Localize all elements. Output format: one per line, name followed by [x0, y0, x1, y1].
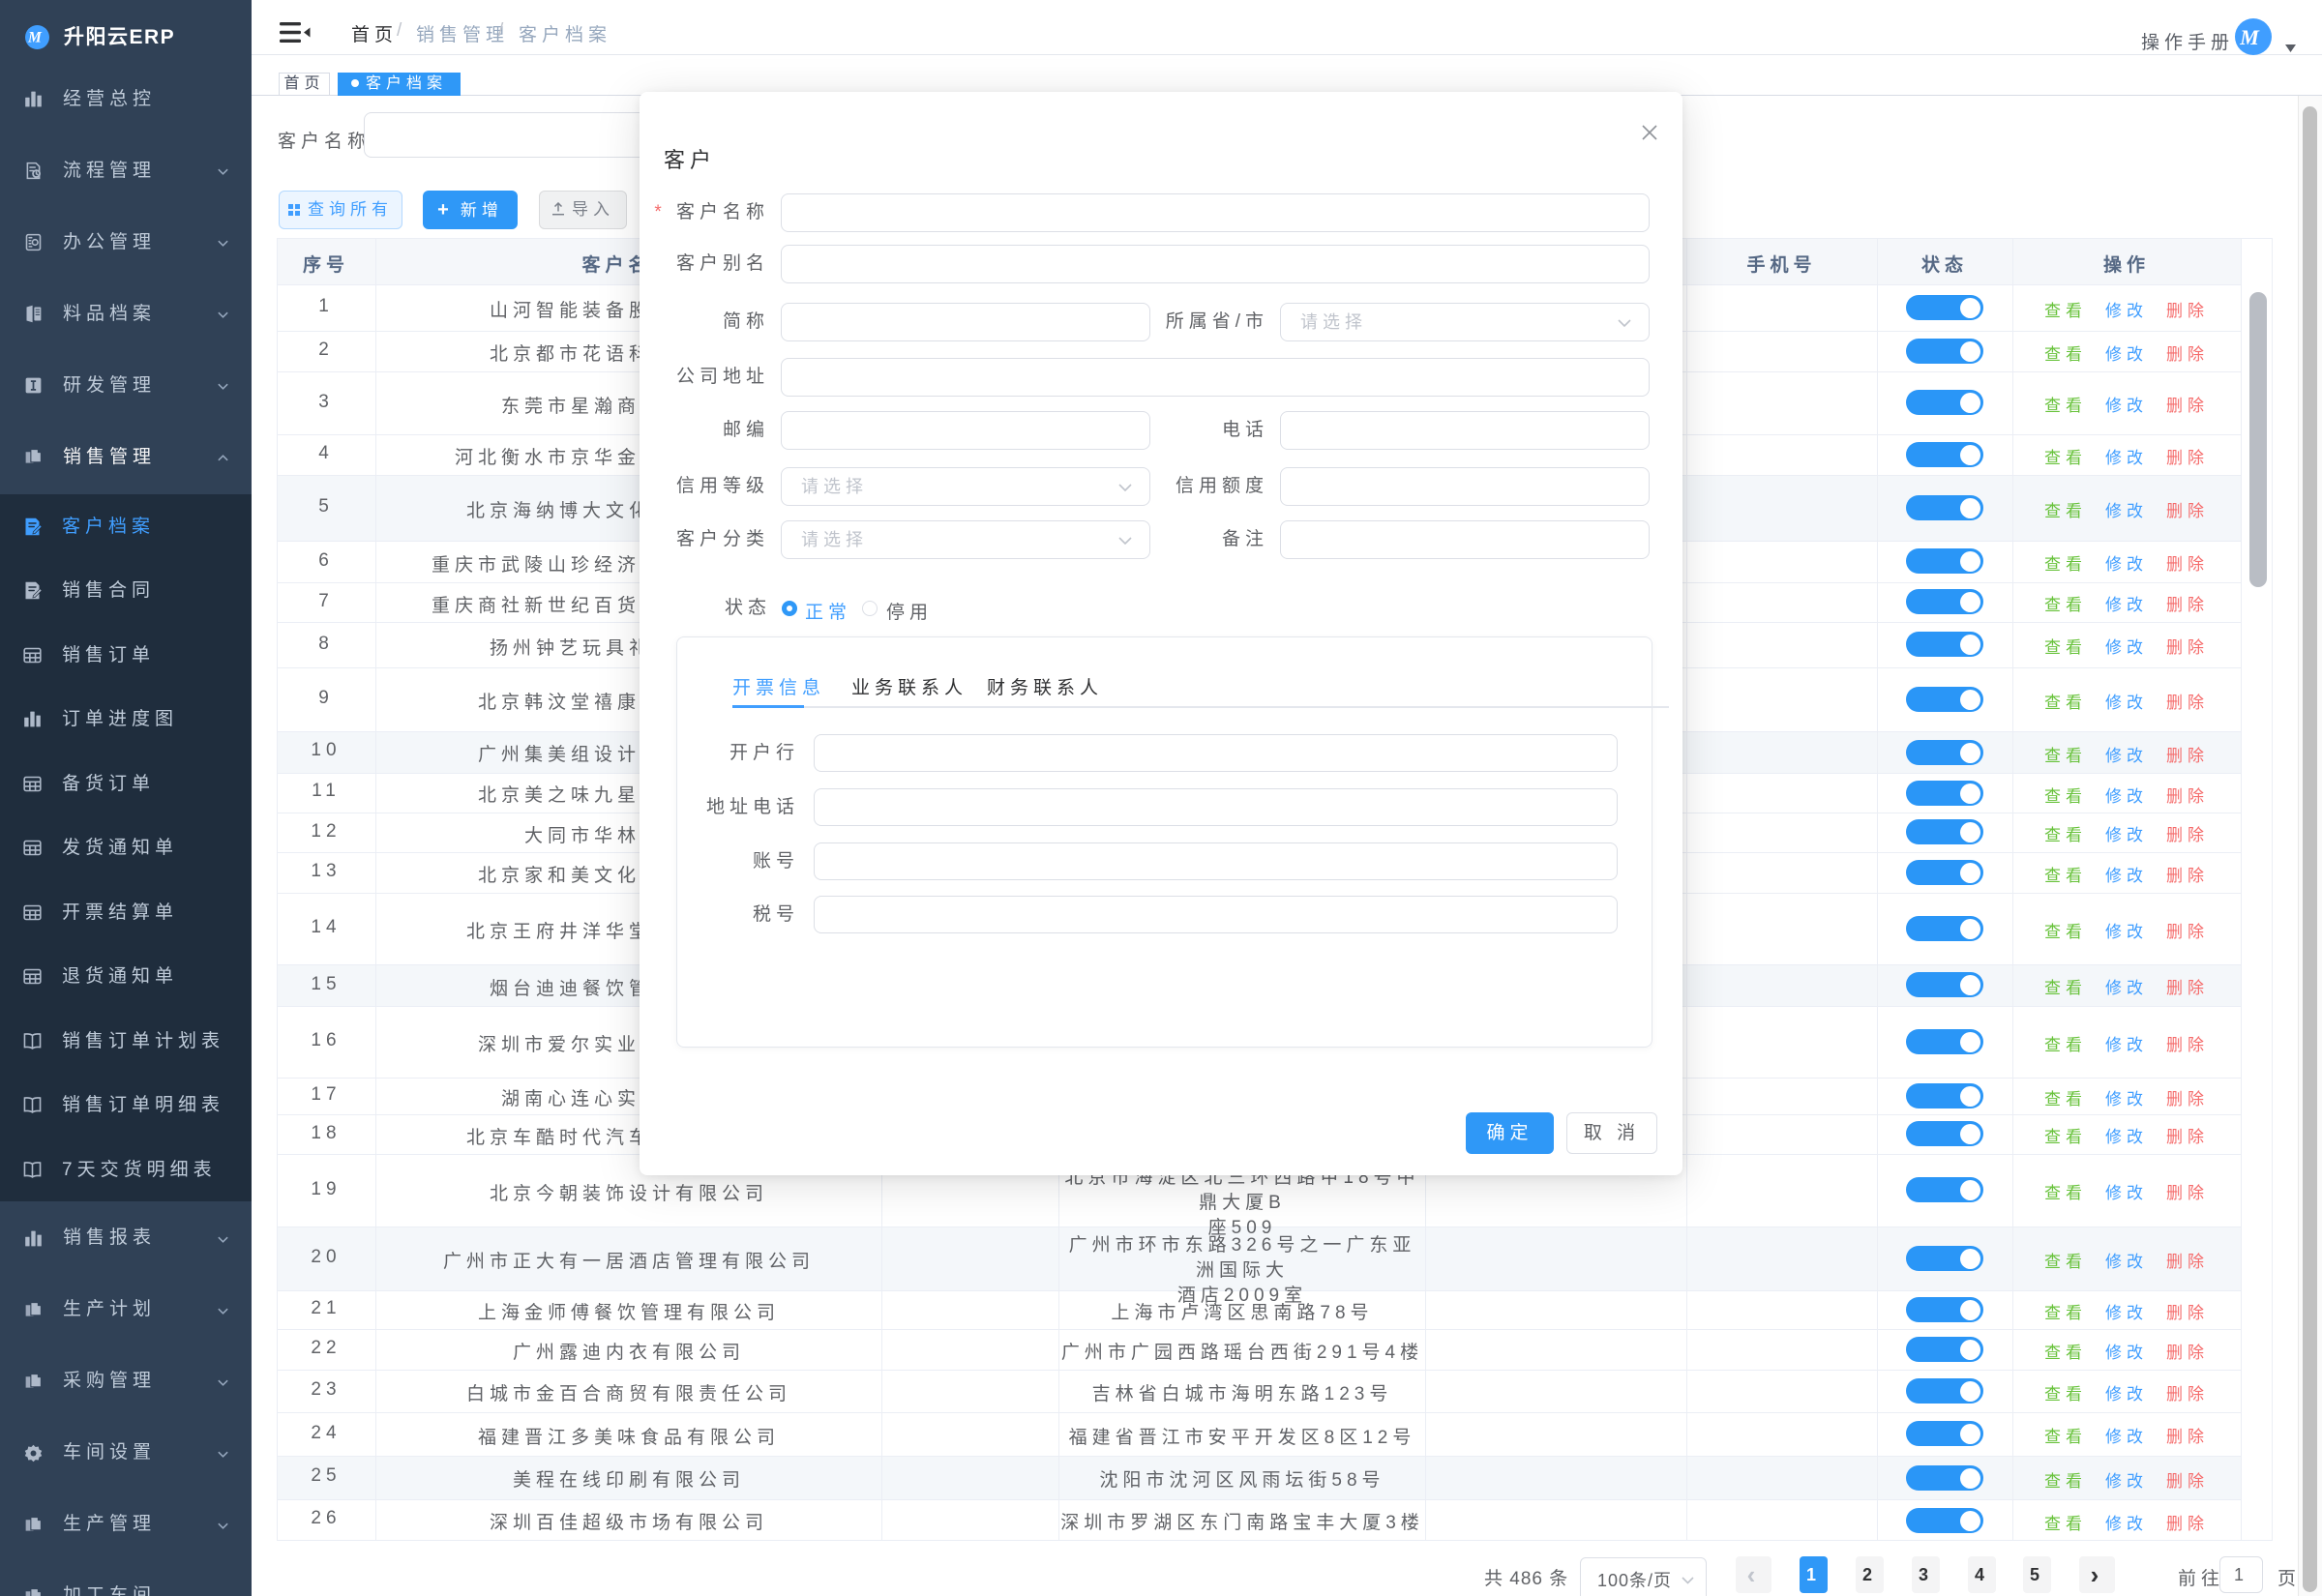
svg-text:M: M	[27, 30, 46, 46]
svg-text:M: M	[2239, 25, 2267, 49]
